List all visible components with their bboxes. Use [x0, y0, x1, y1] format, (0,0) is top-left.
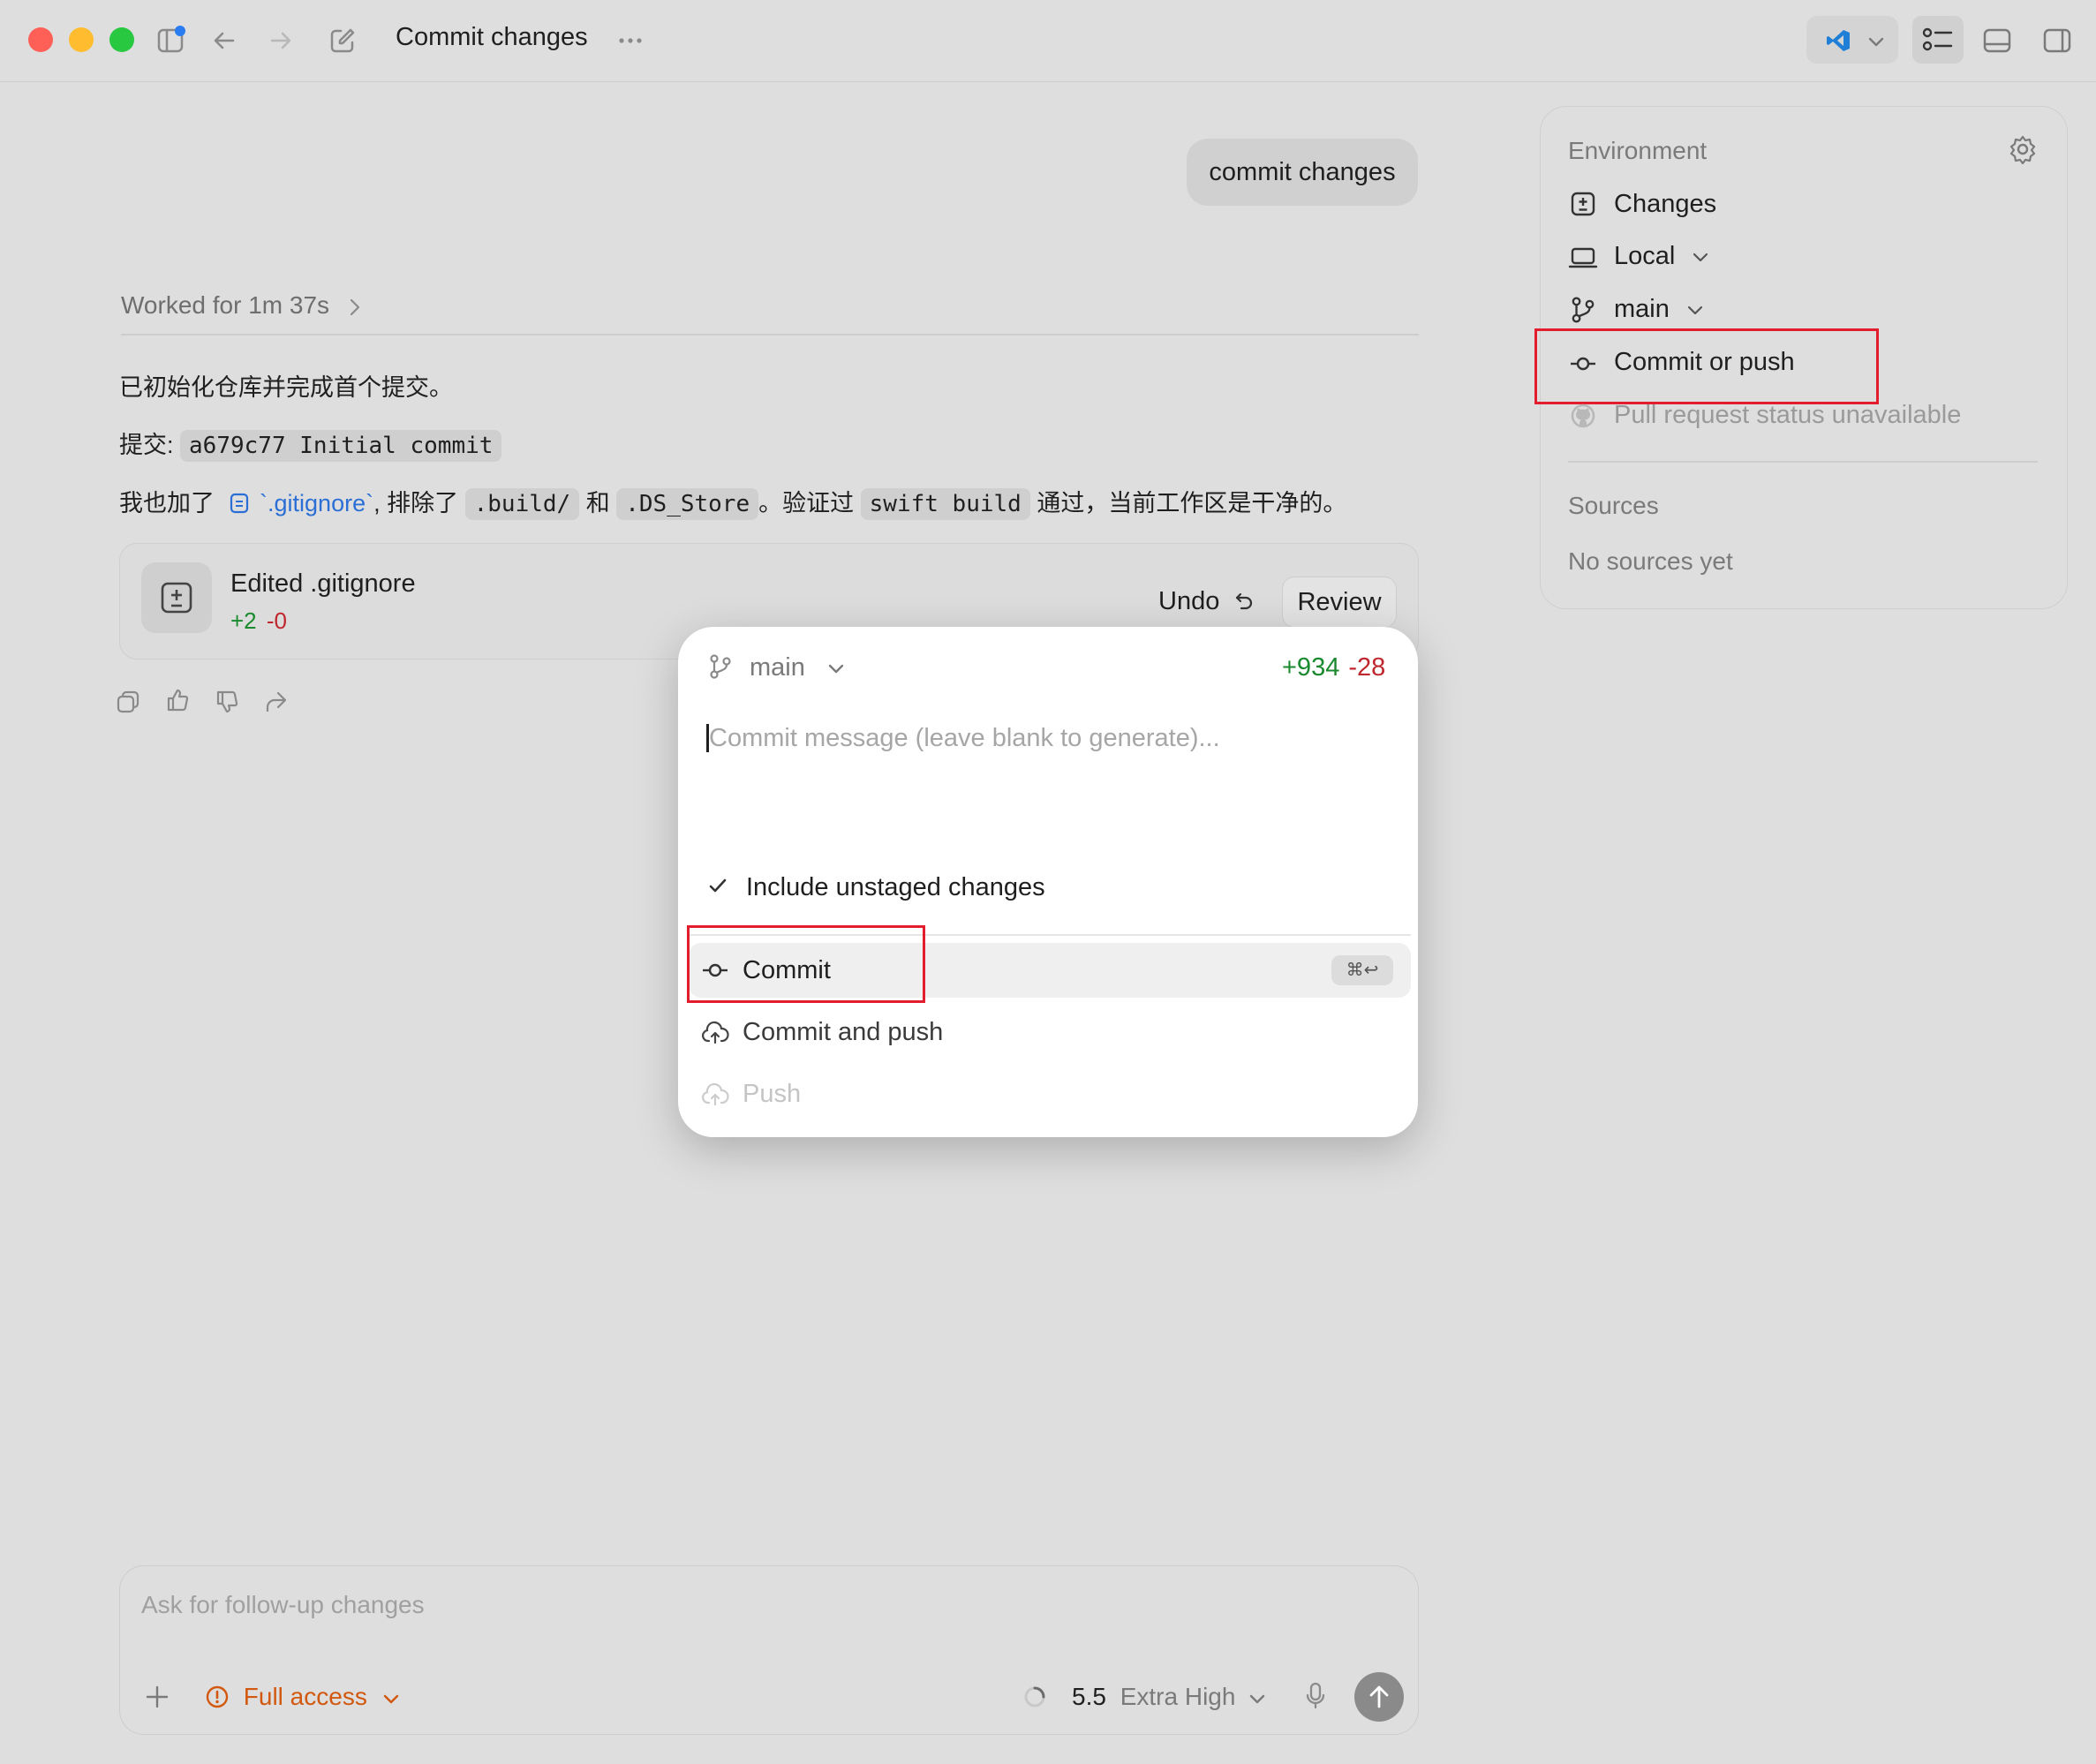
diff-icon [1570, 191, 1596, 217]
gitignore-link[interactable]: `.gitignore` [260, 490, 373, 516]
sources-empty-text: No sources yet [1568, 547, 1733, 575]
zoom-window-button[interactable] [109, 27, 134, 52]
undo-button[interactable]: Undo [1158, 587, 1255, 616]
arrow-up-icon [1369, 1685, 1389, 1708]
worked-for-summary[interactable]: Worked for 1m 37s [121, 291, 361, 320]
lines-removed: -0 [266, 607, 288, 634]
commit-prefix: 提交: [119, 432, 174, 458]
back-arrow-icon[interactable] [210, 26, 238, 55]
lines-removed: -28 [1348, 653, 1386, 682]
swift-build-code: swift build [860, 488, 1030, 520]
task-list-button[interactable] [1912, 16, 1964, 64]
chevron-right-icon [350, 298, 359, 315]
share-icon[interactable] [263, 689, 290, 715]
chevron-down-icon [1693, 253, 1708, 262]
highlight-box-commit [687, 925, 925, 1003]
response-line-3: 我也加了 `.gitignore`, 排除了 .build/ 和 .DS_Sto… [119, 484, 1347, 520]
branch-icon [1570, 296, 1596, 324]
text-segment: , 排除了 [373, 490, 459, 516]
loading-spinner-icon [1022, 1685, 1047, 1709]
commit-and-push-action[interactable]: Commit and push [743, 1018, 943, 1047]
branch-selector[interactable]: main [750, 653, 846, 682]
review-button[interactable]: Review [1282, 577, 1397, 628]
sidebar-toggle-icon[interactable] [155, 25, 187, 57]
chevron-down-icon [1250, 1694, 1265, 1703]
panel-divider [1568, 461, 2038, 463]
thumbs-up-icon[interactable] [164, 687, 191, 713]
sources-heading: Sources [1568, 492, 1659, 519]
text-segment: 和 [585, 490, 610, 516]
branch-name: main [750, 653, 805, 682]
access-level-selector[interactable]: Full access [205, 1683, 401, 1711]
copy-icon[interactable] [115, 689, 141, 715]
chevron-down-icon [383, 1694, 398, 1703]
worked-for-label: Worked for 1m 37s [121, 291, 330, 319]
ds-store-code: .DS_Store [616, 488, 759, 520]
build-dir-code: .build/ [464, 488, 580, 520]
chevron-down-icon [828, 665, 844, 674]
lines-added: +934 [1282, 653, 1340, 682]
chevron-down-icon [1687, 306, 1703, 315]
access-level-label: Full access [243, 1683, 367, 1710]
microphone-icon[interactable] [1303, 1681, 1328, 1711]
commit-message-input[interactable]: Commit message (leave blank to generate)… [709, 724, 1220, 753]
cloud-upload-icon [701, 1020, 729, 1046]
lines-added: +2 [230, 607, 257, 634]
edited-file-stats: +2 -0 [230, 607, 287, 635]
right-panel-icon[interactable] [2041, 25, 2073, 57]
window-title: Commit changes [396, 23, 588, 51]
response-line-2: 提交: a679c77 Initial commit [119, 426, 502, 462]
commit-hash-code: a679c77 Initial commit [180, 430, 502, 462]
checkmark-icon [709, 878, 727, 893]
github-icon [1570, 403, 1596, 429]
plus-icon[interactable] [143, 1683, 171, 1711]
user-message-bubble: commit changes [1187, 139, 1418, 206]
title-bar [0, 0, 2096, 82]
branch-selector[interactable]: main [1614, 295, 1705, 324]
changes-item[interactable]: Changes [1614, 190, 1716, 219]
task-list-icon [1922, 27, 1953, 51]
edited-file-title: Edited .gitignore [230, 569, 416, 598]
push-icon [701, 1082, 729, 1108]
file-icon [230, 493, 248, 514]
gear-icon[interactable] [2008, 134, 2038, 164]
include-unstaged-checkbox[interactable] [706, 874, 729, 897]
branch-icon [708, 653, 733, 680]
text-segment: 我也加了 [119, 490, 215, 516]
minimize-window-button[interactable] [69, 27, 94, 52]
include-unstaged-label[interactable]: Include unstaged changes [746, 873, 1045, 902]
bottom-panel-icon[interactable] [1981, 25, 2013, 57]
highlight-box-commit-or-push [1534, 328, 1879, 404]
laptop-icon [1568, 245, 1598, 270]
follow-up-input[interactable]: Ask for follow-up changes [141, 1591, 425, 1619]
model-version: 5.5 [1072, 1683, 1106, 1710]
thumbs-down-icon[interactable] [214, 689, 240, 715]
branch-diff-stats: +934 -28 [1282, 653, 1385, 682]
local-label: Local [1614, 242, 1676, 270]
model-selector[interactable]: 5.5 Extra High [1072, 1683, 1267, 1711]
diff-file-icon [141, 562, 212, 633]
divider [121, 334, 1419, 335]
pull-request-status: Pull request status unavailable [1614, 401, 1962, 429]
environment-heading: Environment [1568, 137, 1708, 164]
push-action[interactable]: Push [743, 1080, 801, 1109]
close-window-button[interactable] [28, 27, 53, 52]
chevron-down-icon[interactable] [1866, 32, 1886, 51]
reasoning-level: Extra High [1120, 1683, 1236, 1710]
branch-label: main [1614, 295, 1670, 323]
undo-label: Undo [1158, 587, 1220, 615]
vscode-icon [1824, 26, 1852, 55]
forward-arrow-icon[interactable] [267, 26, 295, 55]
local-selector[interactable]: Local [1614, 242, 1710, 271]
undo-icon [1236, 592, 1253, 610]
text-segment: 。验证过 [758, 490, 855, 516]
new-chat-icon[interactable] [327, 25, 358, 57]
more-options-icon[interactable] [616, 26, 645, 55]
send-button[interactable] [1354, 1672, 1404, 1722]
response-line-1: 已初始化仓库并完成首个提交。 [119, 374, 453, 401]
text-segment: 通过，当前工作区是干净的。 [1037, 490, 1347, 516]
warning-icon [206, 1685, 229, 1708]
commit-shortcut-badge: ⌘↩ [1331, 955, 1393, 985]
